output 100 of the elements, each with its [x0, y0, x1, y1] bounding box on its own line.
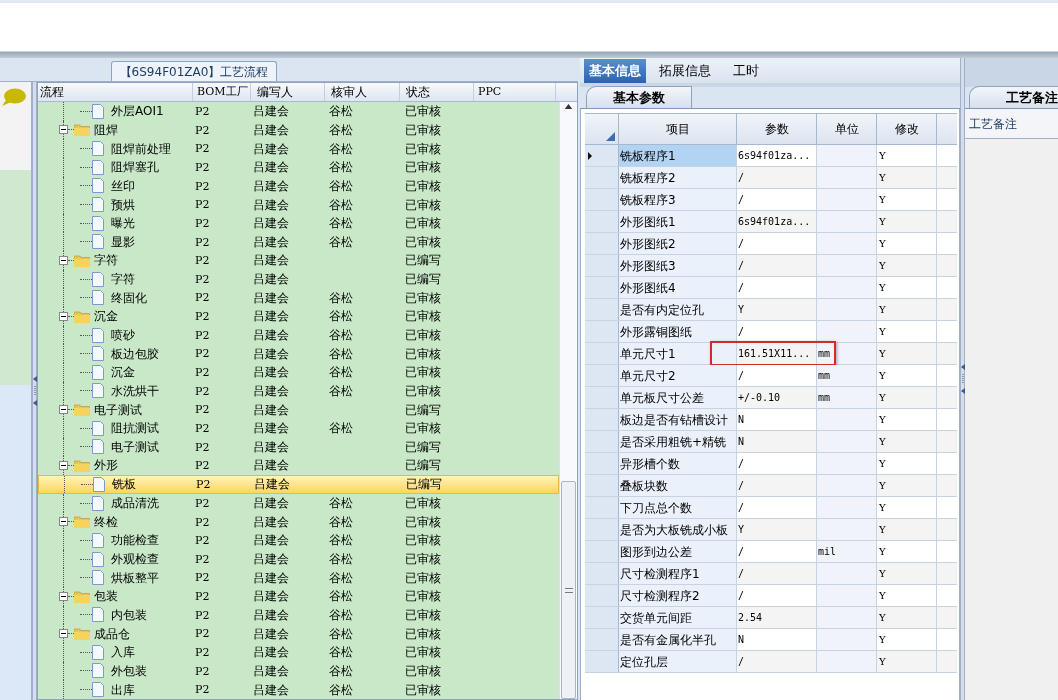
tree-row[interactable]: 字符 P2 吕建会 已编写	[38, 251, 559, 270]
row-header[interactable]	[585, 453, 619, 474]
tree-row[interactable]: 显影 P2 吕建会 谷松 已审核	[38, 232, 559, 252]
tree-row[interactable]: 铣板 P2 吕建会 已编写	[38, 474, 559, 494]
row-header[interactable]	[585, 167, 619, 188]
table-row[interactable]: 单元尺寸1 161.51X11... mm Y	[585, 343, 957, 365]
collapse-icon[interactable]	[59, 125, 68, 135]
tree-row[interactable]: 终固化 P2 吕建会 谷松 已审核	[38, 288, 559, 308]
tree-row[interactable]: 烘板整平 P2 吕建会 谷松 已审核	[38, 568, 559, 587]
tree-row[interactable]: 阻抗测试 P2 吕建会 谷松 已审核	[38, 418, 559, 438]
table-row[interactable]: 外形图纸4 / Y	[585, 277, 957, 299]
collapse-icon[interactable]	[59, 629, 68, 639]
column-header[interactable]: 项目	[619, 114, 737, 144]
table-row[interactable]: 尺寸检测程序1 / Y	[585, 563, 957, 585]
tree-row[interactable]: 喷砂 P2 吕建会 谷松 已审核	[38, 325, 559, 345]
collapse-icon[interactable]	[59, 517, 68, 527]
tree-row[interactable]: 终检 P2 吕建会 谷松 已审核	[38, 512, 559, 532]
column-header[interactable]: 流程	[38, 83, 193, 101]
tree-row[interactable]: 沉金 P2 吕建会 谷松 已审核	[38, 307, 559, 326]
row-header[interactable]	[585, 233, 619, 254]
column-header[interactable]: 核审人	[325, 83, 400, 101]
row-header[interactable]	[585, 387, 619, 408]
tree-row[interactable]: 外层AOI1 P2 吕建会 谷松 已审核	[38, 102, 559, 121]
collapse-icon[interactable]	[59, 311, 68, 321]
row-header[interactable]	[585, 585, 619, 606]
collapse-icon[interactable]	[59, 255, 68, 265]
column-header[interactable]: 修改	[877, 114, 937, 144]
column-header[interactable]: PPC	[474, 83, 556, 101]
tree-row[interactable]: 阻焊前处理 P2 吕建会 谷松 已审核	[38, 139, 559, 158]
row-header[interactable]	[585, 277, 619, 298]
row-header[interactable]	[585, 189, 619, 210]
table-row[interactable]: 定位孔层 / Y	[585, 651, 957, 673]
tree-row[interactable]: 入库 P2 吕建会 谷松 已审核	[38, 642, 559, 662]
row-header[interactable]	[585, 299, 619, 320]
tab[interactable]: 拓展信息	[650, 59, 720, 83]
tree-row[interactable]: 内包装 P2 吕建会 谷松 已审核	[38, 605, 559, 625]
table-row[interactable]: 铣板程序3 / Y	[585, 189, 957, 211]
column-header[interactable]: 参数	[737, 114, 817, 144]
table-row[interactable]: 图形到边公差 / mil Y	[585, 541, 957, 563]
row-header[interactable]	[585, 211, 619, 232]
row-header[interactable]	[585, 145, 619, 166]
row-header[interactable]	[585, 409, 619, 430]
tree-row[interactable]: 包装 P2 吕建会 谷松 已审核	[38, 587, 559, 606]
row-header[interactable]	[585, 651, 619, 672]
collapse-left-icon[interactable]	[32, 376, 37, 406]
section-tab[interactable]: 工艺备注	[969, 86, 1058, 108]
table-row[interactable]: 叠板块数 / Y	[585, 475, 957, 497]
row-header[interactable]	[585, 607, 619, 628]
row-header[interactable]	[585, 475, 619, 496]
column-header[interactable]: 状态	[400, 83, 474, 101]
table-row[interactable]: 下刀点总个数 / Y	[585, 497, 957, 519]
tree-row[interactable]: 电子测试 P2 吕建会 已编写	[38, 400, 559, 419]
tree-row[interactable]: 出库 P2 吕建会 谷松 已审核	[38, 680, 559, 699]
column-header[interactable]: 单位	[817, 114, 877, 144]
table-row[interactable]: 板边是否有钻槽设计 N Y	[585, 409, 957, 431]
tree-row[interactable]: 预烘 P2 吕建会 谷松 已审核	[38, 195, 559, 214]
table-row[interactable]: 铣板程序2 / Y	[585, 167, 957, 189]
scrollbar-thumb[interactable]	[561, 481, 576, 699]
tree-row[interactable]: 外形 P2 吕建会 已编写	[38, 456, 559, 475]
tab[interactable]: 基本信息	[584, 59, 646, 83]
table-row[interactable]: 外形图纸1 6s94f01za... Y	[585, 211, 957, 233]
row-header[interactable]	[585, 541, 619, 562]
table-row[interactable]: 外形露铜图纸 / Y	[585, 321, 957, 343]
row-header[interactable]	[585, 255, 619, 276]
tree-row[interactable]: 字符 P2 吕建会 已编写	[38, 269, 559, 289]
tree-row[interactable]: 水洗烘干 P2 吕建会 谷松 已审核	[38, 381, 559, 401]
tree-row[interactable]: 电子测试 P2 吕建会 已编写	[38, 437, 559, 457]
tree-row[interactable]: 阻焊塞孔 P2 吕建会 谷松 已审核	[38, 157, 559, 177]
row-header[interactable]	[585, 563, 619, 584]
collapse-icon[interactable]	[59, 591, 68, 601]
tree-row[interactable]: 外包装 P2 吕建会 谷松 已审核	[38, 661, 559, 681]
collapse-icon[interactable]	[59, 405, 68, 415]
collapse-right-icon[interactable]	[960, 364, 965, 394]
table-row[interactable]: 是否采用粗铣+精铣 N Y	[585, 431, 957, 453]
table-row[interactable]: 是否为大板铣成小板 Y Y	[585, 519, 957, 541]
tree-row[interactable]: 丝印 P2 吕建会 谷松 已审核	[38, 176, 559, 196]
collapse-icon[interactable]	[59, 461, 68, 470]
table-row[interactable]: 交货单元间距 2.54 Y	[585, 607, 957, 629]
table-row[interactable]: 是否有内定位孔 Y Y	[585, 299, 957, 321]
row-header[interactable]	[585, 343, 619, 364]
tree-row[interactable]: 阻焊 P2 吕建会 谷松 已审核	[38, 120, 559, 140]
tree-row[interactable]: 曝光 P2 吕建会 谷松 已审核	[38, 213, 559, 233]
row-header[interactable]	[585, 365, 619, 386]
table-row[interactable]: 单元板尺寸公差 +/-0.10 mm Y	[585, 387, 957, 409]
tree-row[interactable]: 成品清洗 P2 吕建会 谷松 已审核	[38, 493, 559, 513]
column-header[interactable]: 编写人	[251, 83, 325, 101]
tree-row[interactable]: 成品仓 P2 吕建会 谷松 已审核	[38, 624, 559, 643]
tree-row[interactable]: 沉金 P2 吕建会 谷松 已审核	[38, 362, 559, 382]
tree-row[interactable]: 板边包胶 P2 吕建会 谷松 已审核	[38, 344, 559, 363]
table-row[interactable]: 尺寸检测程序2 / Y	[585, 585, 957, 607]
row-header[interactable]	[585, 431, 619, 452]
column-header[interactable]: BOM工厂	[193, 83, 251, 101]
row-header[interactable]	[585, 519, 619, 540]
table-row[interactable]: 单元尺寸2 / mm Y	[585, 365, 957, 387]
table-row[interactable]: 外形图纸3 / Y	[585, 255, 957, 277]
scroll-up-icon[interactable]	[564, 104, 573, 110]
tab[interactable]: 工时	[724, 59, 768, 83]
row-header[interactable]	[585, 321, 619, 342]
speech-bubble-icon[interactable]	[2, 88, 26, 108]
section-tab[interactable]: 基本参数	[586, 86, 692, 108]
